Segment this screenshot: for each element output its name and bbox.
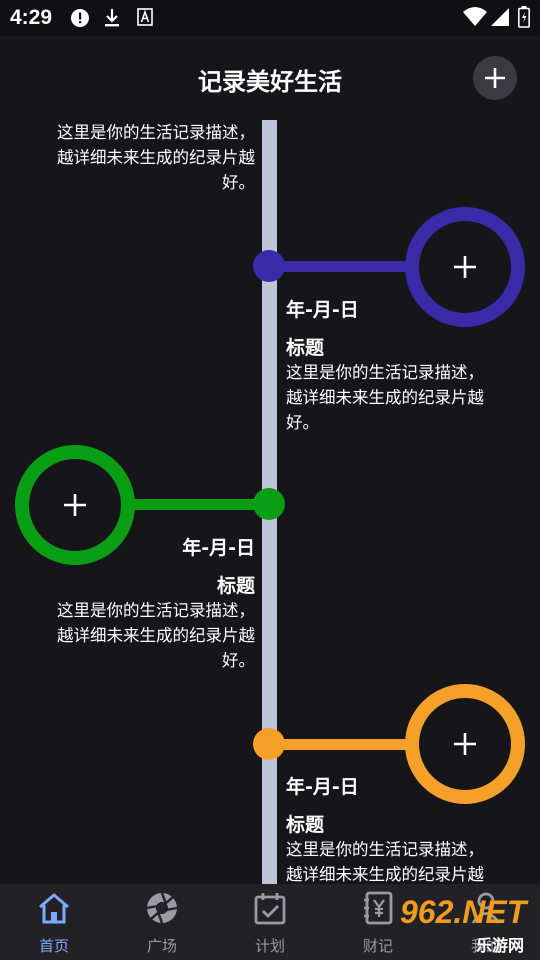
nav-item-square[interactable]: 广场 bbox=[108, 884, 216, 960]
add-photo-button[interactable] bbox=[405, 207, 525, 327]
entry-description: 这里是你的生活记录描述， 越详细未来生成的纪录片越 bbox=[286, 840, 484, 884]
plus-icon bbox=[485, 68, 505, 88]
entry-description: 这里是你的生活记录描述， 越详细未来生成的纪录片越 好。 bbox=[286, 363, 484, 432]
plus-icon bbox=[454, 256, 476, 278]
home-icon bbox=[39, 893, 69, 924]
cell-signal-icon bbox=[491, 8, 509, 26]
add-entry-button[interactable] bbox=[473, 56, 517, 100]
watermark-number: 962.NET bbox=[400, 894, 527, 930]
entry-title: 标题 bbox=[286, 814, 325, 836]
calendar-check-icon bbox=[254, 893, 286, 925]
status-time: 4:29 bbox=[10, 6, 53, 29]
entry-date: 年-月-日 bbox=[286, 776, 359, 798]
node-connector bbox=[280, 261, 420, 272]
nav-label: 首页 bbox=[38, 937, 69, 955]
alert-icon bbox=[71, 9, 89, 27]
nav-label: 计划 bbox=[254, 937, 285, 955]
status-bar: 4:29 bbox=[0, 0, 540, 36]
download-icon bbox=[105, 9, 119, 27]
add-photo-button[interactable] bbox=[405, 684, 525, 804]
aperture-icon bbox=[146, 892, 178, 924]
intro-description: 这里是你的生活记录描述， 越详细未来生成的纪录片越 好。 bbox=[57, 123, 255, 192]
node-connector bbox=[118, 499, 258, 510]
entry-title: 标题 bbox=[216, 575, 255, 597]
entry-title: 标题 bbox=[286, 337, 325, 359]
nav-label: 广场 bbox=[146, 937, 177, 955]
nav-item-home[interactable]: 首页 bbox=[0, 884, 108, 960]
node-connector bbox=[280, 739, 420, 750]
watermark-logo: 962.NET 乐游网 bbox=[398, 894, 538, 956]
plus-icon bbox=[454, 733, 476, 755]
yen-notebook-icon bbox=[364, 891, 393, 925]
watermark-site: 乐游网 bbox=[476, 936, 525, 955]
battery-icon bbox=[518, 6, 530, 28]
timeline-screen: 记录美好生活 这里是你的生活记录描述， 越详细未来生成的纪录片越 好。 年-月-… bbox=[0, 36, 540, 884]
entry-date: 年-月-日 bbox=[182, 537, 255, 559]
entry-date: 年-月-日 bbox=[286, 299, 359, 321]
entry-description: 这里是你的生活记录描述， 越详细未来生成的纪录片越 好。 bbox=[57, 601, 255, 670]
nav-item-plan[interactable]: 计划 bbox=[216, 884, 324, 960]
page-title: 记录美好生活 bbox=[198, 68, 342, 96]
font-icon bbox=[137, 8, 153, 26]
wifi-icon bbox=[463, 7, 487, 26]
